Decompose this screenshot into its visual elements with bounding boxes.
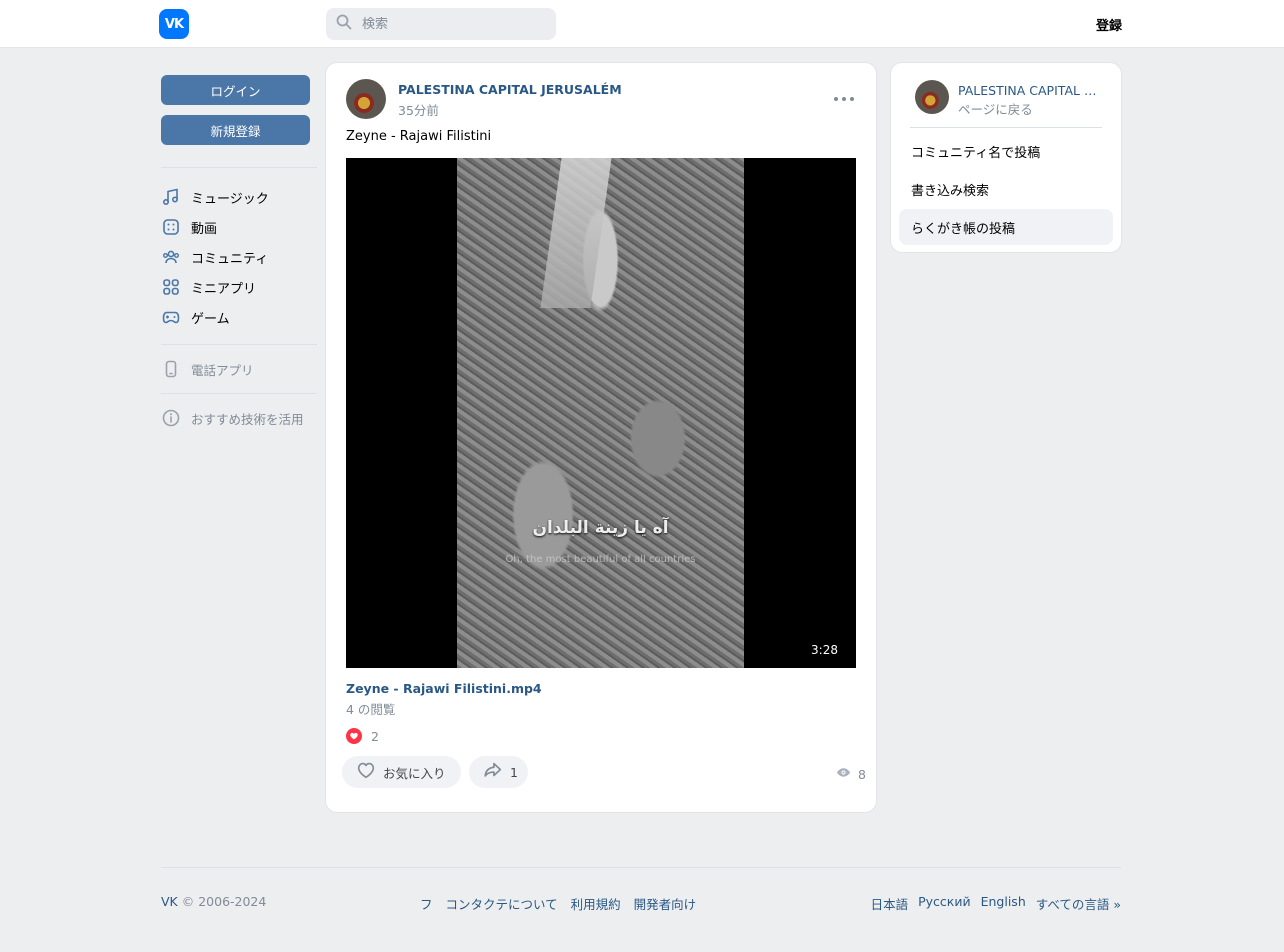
post-views: 8 — [829, 765, 866, 783]
sidebar-item-phone-app[interactable]: 電話アプリ — [161, 355, 317, 383]
share-count: 1 — [510, 764, 518, 780]
gamepad-icon — [161, 307, 181, 327]
community-avatar[interactable] — [915, 80, 949, 114]
login-button[interactable]: ログイン — [161, 75, 310, 105]
footer-languages: 日本語 Русский English すべての言語 » — [871, 894, 1121, 913]
video-caption-english: Oh, the most beautiful of all countries — [505, 554, 696, 565]
search-input[interactable] — [362, 16, 542, 32]
footer-link-developers[interactable]: 開発者向け — [634, 894, 697, 913]
community-name-link[interactable]: PALESTINA CAPITAL JERUSALÉM — [958, 83, 1098, 98]
sidebar-divider — [161, 344, 317, 345]
reactions-summary[interactable]: 2 — [346, 728, 379, 744]
video-duration: 3:28 — [811, 643, 838, 657]
sidebar-item-label: 電話アプリ — [191, 362, 254, 378]
side-item-community-posts[interactable]: コミュニティ名で投稿 — [899, 133, 1113, 169]
sidebar-item-label: ミュージック — [191, 191, 269, 207]
back-to-page-link[interactable]: ページに戻る — [958, 99, 1033, 118]
post-author[interactable]: PALESTINA CAPITAL JERUSALÉM — [398, 82, 622, 97]
vk-logo[interactable]: VK — [159, 9, 189, 39]
footer-link-about[interactable]: コンタクテについて — [446, 894, 558, 913]
video-title-link[interactable]: Zeyne - Rajawi Filistini.mp4 — [346, 681, 542, 696]
views-count: 8 — [858, 766, 866, 782]
footer-divider — [161, 867, 1121, 868]
sidebar-item-mini-apps[interactable]: ミニアプリ — [161, 273, 317, 301]
side-item-wall-posts[interactable]: らくがき帳の投稿 — [899, 209, 1113, 245]
search-box[interactable] — [326, 8, 556, 40]
video-caption-arabic: آه يا زينة البلدان — [532, 518, 669, 538]
side-divider — [910, 127, 1102, 128]
video-views: 4 の閲覧 — [346, 702, 396, 717]
post-text: Zeyne - Rajawi Filistini — [346, 129, 492, 144]
sidebar-item-label: おすすめ技術を活用 — [191, 411, 304, 427]
like-label: お気に入り — [383, 765, 446, 781]
more-options-icon[interactable] — [834, 91, 854, 107]
footer-brand-link[interactable]: VK — [161, 894, 178, 909]
post-card: PALESTINA CAPITAL JERUSALÉM 35分前 Zeyne -… — [325, 62, 877, 813]
sidebar-item-games[interactable]: ゲーム — [161, 303, 317, 331]
search-icon — [336, 14, 352, 34]
footer-copyright: VK © 2006-2024 — [161, 894, 266, 909]
sidebar-item-label: ミニアプリ — [191, 281, 257, 297]
sidebar-item-label: コミュニティ — [191, 251, 269, 267]
music-icon — [161, 187, 181, 207]
sidebar-item-video[interactable]: 動画 — [161, 213, 317, 241]
register-link[interactable]: 登録 — [1096, 15, 1122, 34]
footer-links: フ コンタクテについて 利用規約 開発者向け — [420, 894, 696, 913]
top-bar: VK 登録 — [0, 0, 1284, 48]
signup-button[interactable]: 新規登録 — [161, 115, 310, 145]
info-icon — [161, 408, 181, 428]
community-icon — [161, 247, 181, 267]
language-all[interactable]: すべての言語 » — [1036, 894, 1121, 913]
language-russian[interactable]: Русский — [918, 894, 970, 913]
eye-icon — [836, 765, 851, 783]
sidebar-item-label: 動画 — [191, 221, 218, 237]
video-icon — [161, 217, 181, 237]
heart-icon — [346, 728, 362, 744]
phone-icon — [161, 359, 181, 379]
mini-apps-icon — [161, 277, 181, 297]
video-player[interactable]: آه يا زينة البلدان Oh, the most beautifu… — [346, 158, 856, 668]
footer-link[interactable]: フ — [420, 894, 433, 913]
language-english[interactable]: English — [981, 894, 1026, 913]
footer-link-terms[interactable]: 利用規約 — [571, 894, 621, 913]
heart-outline-icon — [355, 759, 377, 785]
sidebar-divider — [161, 167, 317, 168]
post-time[interactable]: 35分前 — [398, 100, 439, 119]
sidebar-item-recommended-tech[interactable]: おすすめ技術を活用 — [161, 404, 317, 432]
language-japanese[interactable]: 日本語 — [871, 894, 909, 913]
sidebar-divider — [161, 393, 317, 394]
share-icon — [482, 759, 504, 785]
share-button[interactable]: 1 — [469, 756, 528, 788]
reactions-count: 2 — [371, 728, 379, 744]
side-item-search-posts[interactable]: 書き込み検索 — [899, 171, 1113, 207]
author-avatar[interactable] — [346, 79, 386, 119]
sidebar-item-community[interactable]: コミュニティ — [161, 243, 317, 271]
footer-copyright-text: © 2006-2024 — [181, 894, 267, 909]
community-side-panel: PALESTINA CAPITAL JERUSALÉM ページに戻る コミュニテ… — [890, 62, 1122, 253]
sidebar-item-label: ゲーム — [191, 311, 230, 327]
sidebar-item-music[interactable]: ミュージック — [161, 183, 317, 211]
like-button[interactable]: お気に入り — [342, 756, 461, 788]
